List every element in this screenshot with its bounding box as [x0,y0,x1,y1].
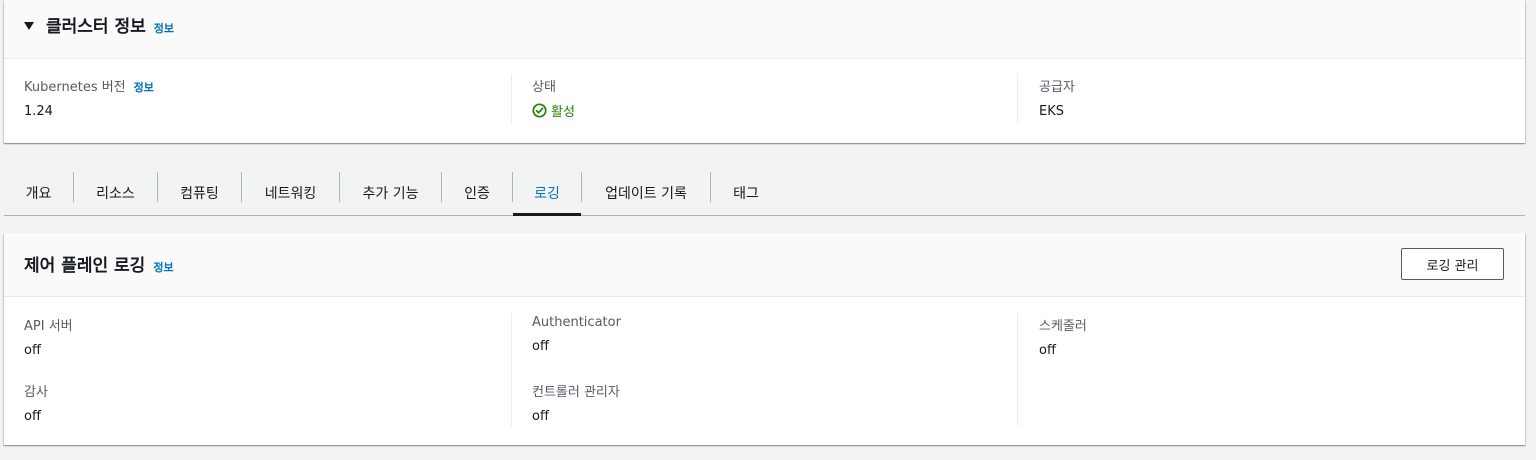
tab-add-ons[interactable]: 추가 기능 [340,170,441,215]
tab-authentication[interactable]: 인증 [442,170,512,215]
tab-compute[interactable]: 컴퓨팅 [158,170,241,215]
status-value: 활성 [532,101,575,120]
controller-manager-field: 컨트롤러 관리자 off [532,381,620,431]
control-plane-logging-title-row: 제어 플레인 로깅 정보 [24,251,174,276]
api-server-field: API 서버 off [24,315,73,365]
cluster-info-header[interactable]: 클러스터 정보 정보 [4,0,1525,59]
cluster-info-panel: 클러스터 정보 정보 Kubernetes 버전 정보 1.24 상태 활성 공… [4,0,1525,143]
kubernetes-version-label: Kubernetes 버전 [24,80,126,95]
check-circle-icon [532,103,547,118]
tab-tags[interactable]: 태그 [711,170,781,215]
control-plane-logging-header: 제어 플레인 로깅 정보 로깅 관리 [4,233,1525,297]
provider-value: EKS [1039,104,1064,119]
authenticator-value: off [532,339,549,354]
cluster-tabs: 개요 리소스 컴퓨팅 네트워킹 추가 기능 인증 로깅 업데이트 기록 태그 [4,170,1525,216]
kubernetes-version-value: 1.24 [24,104,53,119]
provider-label: 공급자 [1039,80,1075,95]
status-label: 상태 [532,80,556,95]
cluster-info-title-row: 클러스터 정보 정보 [24,12,174,37]
control-plane-logging-panel: 제어 플레인 로깅 정보 로깅 관리 API 서버 off 감사 off Aut… [4,233,1525,445]
provider-field: 공급자 EKS [1039,76,1075,126]
authenticator-label: Authenticator [532,315,621,330]
scheduler-label: 스케줄러 [1039,319,1087,334]
control-plane-logging-title: 제어 플레인 로깅 [24,256,146,276]
controller-manager-value: off [532,409,549,424]
column-divider [1017,74,1018,124]
status-text: 활성 [551,105,575,120]
audit-field: 감사 off [24,381,48,431]
column-divider [1017,313,1018,426]
scheduler-field: 스케줄러 off [1039,315,1087,365]
tab-logging[interactable]: 로깅 [513,170,581,216]
tab-overview[interactable]: 개요 [4,170,73,215]
status-field: 상태 활성 [532,76,575,126]
audit-value: off [24,409,41,424]
column-divider [511,74,512,124]
audit-label: 감사 [24,385,48,400]
scheduler-value: off [1039,343,1056,358]
api-server-value: off [24,343,41,358]
tab-networking[interactable]: 네트워킹 [242,170,339,215]
tab-update-history[interactable]: 업데이트 기록 [582,170,710,215]
authenticator-field: Authenticator off [532,315,621,365]
caret-down-icon[interactable] [24,22,34,30]
cluster-info-link[interactable]: 정보 [154,20,174,36]
kubernetes-version-info-link[interactable]: 정보 [134,79,154,95]
api-server-label: API 서버 [24,319,73,334]
column-divider [511,313,512,426]
cluster-info-title: 클러스터 정보 [46,17,146,37]
control-plane-logging-info-link[interactable]: 정보 [153,259,173,275]
tab-resources[interactable]: 리소스 [74,170,157,215]
controller-manager-label: 컨트롤러 관리자 [532,385,620,400]
kubernetes-version-field: Kubernetes 버전 정보 1.24 [24,76,154,126]
manage-logging-button[interactable]: 로깅 관리 [1401,248,1504,280]
